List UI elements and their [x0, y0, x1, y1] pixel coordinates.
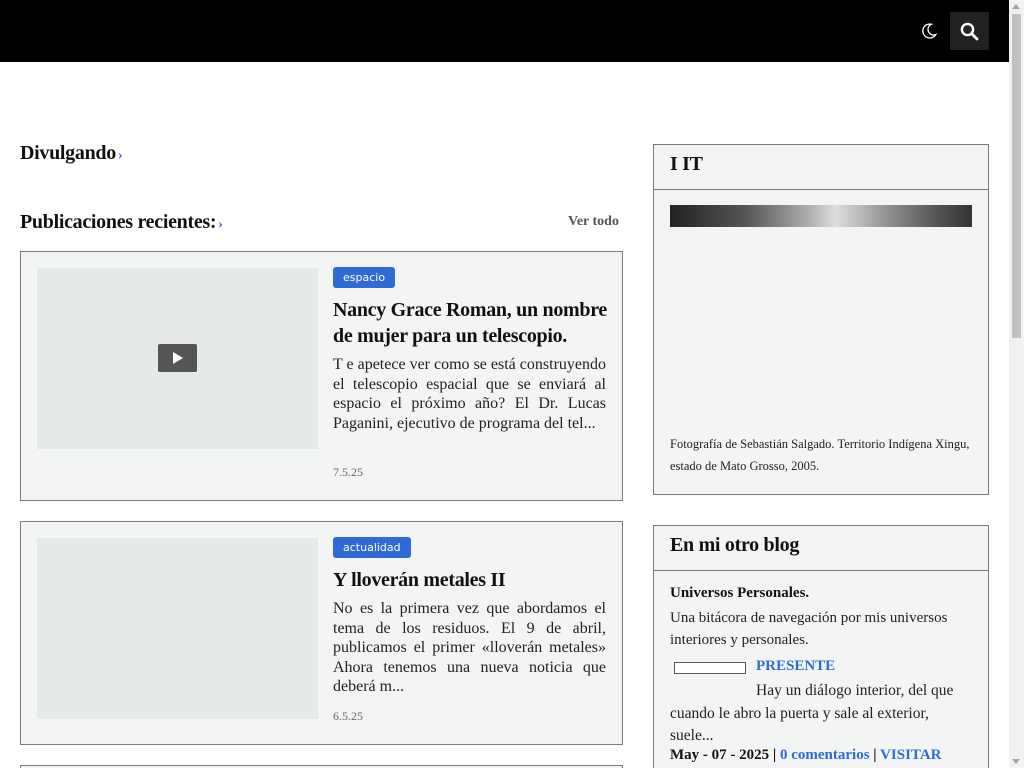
post-tag-badge[interactable]: espacio — [333, 267, 396, 288]
chevron-right-icon: › — [218, 217, 223, 232]
post-thumbnail[interactable] — [37, 538, 318, 719]
post-excerpt: T e apetece ver como se está construyend… — [333, 356, 606, 432]
post-title[interactable]: Nancy Grace Roman, un nombre de mujer pa… — [333, 297, 609, 349]
scrollbar-thumb[interactable] — [1012, 14, 1021, 338]
see-all-link[interactable]: Ver todo — [568, 214, 619, 230]
post-thumbnail[interactable] — [37, 268, 318, 449]
post-tag-badge[interactable]: actualidad — [333, 537, 411, 558]
widget-title: I IT — [654, 145, 988, 190]
blog-name: Universos Personales. — [670, 585, 810, 601]
blog-description: Una bitácora de navegación por mis unive… — [670, 610, 948, 648]
comments-link[interactable]: 0 comentarios — [780, 747, 870, 763]
blog-post-title-link[interactable]: PRESENTE — [756, 658, 835, 675]
post-title[interactable]: Y lloverán metales II — [333, 567, 609, 593]
widget-title: En mi otro blog — [654, 526, 988, 571]
visit-link[interactable]: VISITAR — [880, 747, 941, 763]
play-icon[interactable] — [158, 344, 197, 372]
moon-icon[interactable] — [919, 21, 939, 41]
blog-post-date: May - 07 - 2025 — [670, 747, 770, 763]
chevron-right-icon: › — [117, 148, 123, 163]
top-navigation-bar — [0, 0, 1009, 62]
recent-posts-title-text: Publicaciones recientes: — [20, 211, 217, 233]
other-blog-widget: En mi otro blog Universos Personales. Un… — [653, 525, 989, 768]
post-thumbnail[interactable] — [674, 662, 746, 674]
search-button[interactable] — [950, 12, 989, 50]
scroll-up-arrow-icon[interactable] — [1012, 4, 1020, 9]
section-title-text: Divulgando — [20, 142, 116, 164]
section-title-divulgando[interactable]: Divulgando › — [20, 142, 123, 165]
post-card[interactable]: espacio Nancy Grace Roman, un nombre de … — [20, 251, 623, 501]
photo-caption: Fotografía de Sebastián Salgado. Territo… — [670, 437, 970, 473]
post-excerpt: No es la primera vez que abordamos el te… — [333, 600, 606, 695]
post-date: 7.5.25 — [333, 465, 363, 479]
photo-widget: I IT Fotografía de Sebastián Salgado. Te… — [653, 144, 989, 495]
post-card[interactable]: actualidad Y lloverán metales II No es l… — [20, 521, 623, 745]
scroll-down-arrow-icon[interactable] — [1012, 759, 1020, 764]
search-icon — [960, 22, 979, 41]
widget-photo — [670, 205, 972, 227]
recent-posts-title[interactable]: Publicaciones recientes: › — [20, 211, 223, 234]
blog-post-excerpt: Hay un diálogo interior, del que cuando … — [670, 682, 954, 744]
blog-post-meta: May - 07 - 2025 | 0 comentarios | VISITA… — [670, 747, 942, 763]
page-scrollbar[interactable] — [1009, 0, 1024, 768]
post-date: 6.5.25 — [333, 709, 363, 723]
